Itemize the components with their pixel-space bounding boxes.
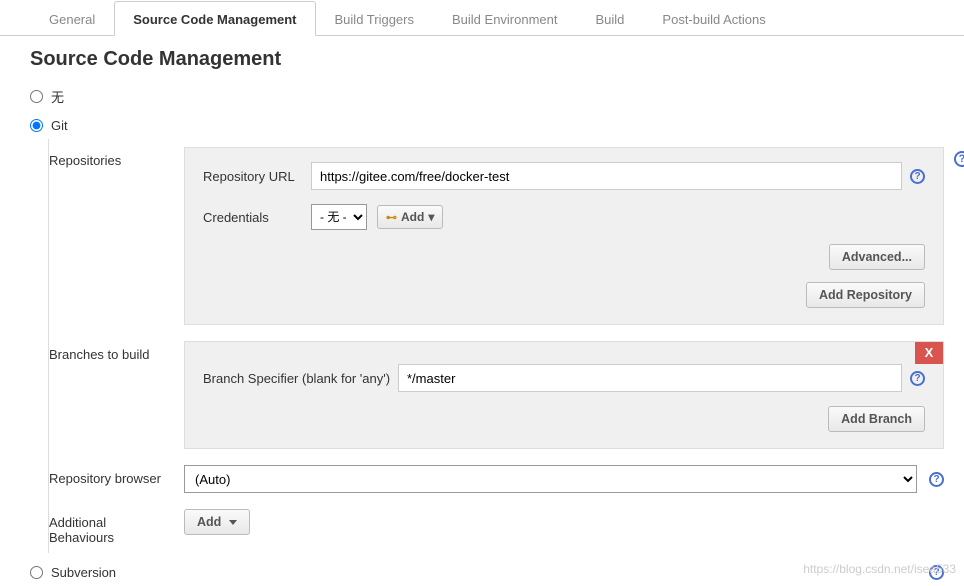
branch-block: X Branch Specifier (blank for 'any') ? A… xyxy=(184,341,944,449)
tab-general[interactable]: General xyxy=(30,1,114,36)
dropdown-icon: ▾ xyxy=(428,210,434,224)
radio-subversion[interactable] xyxy=(30,566,43,579)
branch-specifier-label: Branch Specifier (blank for 'any') xyxy=(203,371,398,386)
tab-build-environment[interactable]: Build Environment xyxy=(433,1,577,36)
add-credentials-label: Add xyxy=(401,210,424,224)
repository-block: Repository URL ? Credentials - 无 - ⊷ Add… xyxy=(184,147,944,325)
radio-subversion-label: Subversion xyxy=(51,565,116,580)
radio-none[interactable] xyxy=(30,90,43,103)
tab-build-triggers[interactable]: Build Triggers xyxy=(316,1,433,36)
tab-post-build[interactable]: Post-build Actions xyxy=(643,1,784,36)
radio-git-label: Git xyxy=(51,118,68,133)
add-behaviour-button[interactable]: Add xyxy=(184,509,250,535)
help-icon[interactable]: ? xyxy=(910,169,925,184)
watermark: https://blog.csdn.net/isea533 xyxy=(803,562,956,576)
caret-down-icon xyxy=(229,520,237,525)
tab-build[interactable]: Build xyxy=(577,1,644,36)
add-behaviour-label: Add xyxy=(197,515,221,529)
add-repository-button[interactable]: Add Repository xyxy=(806,282,925,308)
advanced-button[interactable]: Advanced... xyxy=(829,244,925,270)
additional-behaviours-label: Additional Behaviours xyxy=(49,509,184,545)
key-icon: ⊷ xyxy=(386,211,397,224)
add-credentials-button[interactable]: ⊷ Add ▾ xyxy=(377,205,443,229)
help-icon[interactable]: ? xyxy=(910,371,925,386)
tab-scm[interactable]: Source Code Management xyxy=(114,1,315,36)
repo-url-label: Repository URL xyxy=(203,169,311,184)
delete-branch-button[interactable]: X xyxy=(915,342,943,364)
credentials-select[interactable]: - 无 - xyxy=(311,204,367,230)
page-title: Source Code Management xyxy=(0,36,964,81)
radio-none-label: 无 xyxy=(51,87,64,106)
repo-browser-select[interactable]: (Auto) xyxy=(184,465,917,493)
add-branch-button[interactable]: Add Branch xyxy=(828,406,925,432)
branches-label: Branches to build xyxy=(49,341,184,362)
credentials-label: Credentials xyxy=(203,210,311,225)
config-tabs: General Source Code Management Build Tri… xyxy=(0,0,964,36)
help-icon[interactable]: ? xyxy=(954,151,964,167)
repositories-label: Repositories xyxy=(49,147,184,168)
repo-url-input[interactable] xyxy=(311,162,902,190)
branch-specifier-input[interactable] xyxy=(398,364,902,392)
radio-git[interactable] xyxy=(30,119,43,132)
repo-browser-label: Repository browser xyxy=(49,465,184,486)
help-icon[interactable]: ? xyxy=(929,472,944,487)
